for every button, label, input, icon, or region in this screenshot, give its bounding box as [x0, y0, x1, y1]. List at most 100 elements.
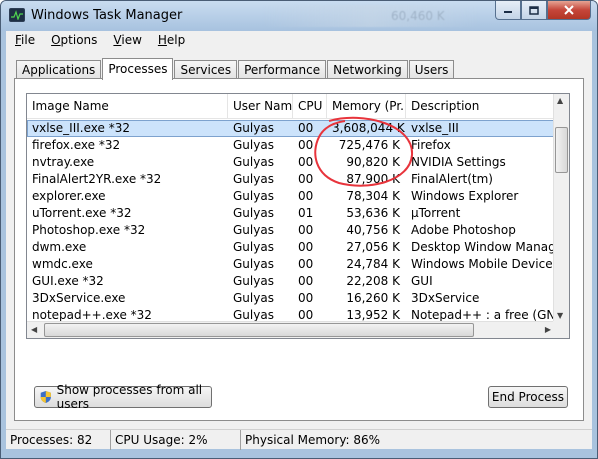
close-icon [564, 5, 574, 15]
menu-file[interactable]: File [6, 31, 42, 51]
table-row[interactable]: FinalAlert2YR.exe *32 Gulyas 00 87,900 K Fin… [27, 171, 555, 188]
show-all-users-button[interactable]: Show processes from all users [34, 383, 212, 411]
cell-cpu: 00 [298, 223, 314, 237]
uac-shield-icon [40, 391, 51, 403]
column-header-description[interactable]: Description [406, 94, 555, 119]
tab-networking[interactable]: Networking [327, 60, 408, 79]
column-header-user-name[interactable]: User Name [228, 94, 293, 119]
table-row[interactable]: GUI.exe *32 Gulyas 00 22,208 K GUI [27, 273, 555, 290]
cell-image-name: uTorrent.exe *32 [32, 206, 132, 220]
cell-image-name: wmdc.exe [32, 257, 93, 271]
cell-cpu: 00 [298, 172, 314, 186]
title-bar[interactable]: Windows Task Manager 60,460 K [1, 1, 597, 31]
cell-memory: 40,756 K [346, 223, 400, 237]
tab-strip: Applications Processes Services Performa… [16, 57, 455, 80]
cell-user-name: Gulyas [233, 155, 274, 169]
minimize-icon [504, 11, 512, 13]
table-row[interactable]: firefox.exe *32 Gulyas 00 725,476 K Firefox [27, 137, 555, 154]
window-title: Windows Task Manager [31, 8, 183, 23]
cell-user-name: Gulyas [233, 240, 274, 254]
horizontal-scroll-thumb[interactable] [44, 323, 474, 337]
table-row[interactable]: wmdc.exe Gulyas 00 24,784 K Windows Mobile D… [27, 256, 555, 273]
cell-memory: 53,636 K [346, 206, 400, 220]
cell-cpu: 00 [298, 291, 314, 305]
minimize-button[interactable] [495, 1, 521, 20]
column-header-cpu[interactable]: CPU [293, 94, 327, 119]
status-cpu-usage: CPU Usage: 2% [111, 430, 241, 450]
menu-options[interactable]: Options [42, 31, 104, 51]
cell-image-name: vxlse_III.exe *32 [32, 121, 130, 135]
scroll-up-icon[interactable]: ▲ [557, 96, 563, 105]
cell-user-name: Gulyas [233, 121, 274, 135]
cell-cpu: 00 [298, 240, 314, 254]
cell-memory: 3,608,044 K [332, 121, 405, 135]
tab-processes[interactable]: Processes [102, 58, 174, 80]
cell-image-name: firefox.exe *32 [32, 138, 121, 152]
cell-memory: 16,260 K [346, 291, 400, 305]
cell-memory: 22,208 K [346, 274, 400, 288]
cell-description: Firefox [411, 138, 451, 152]
cell-memory: 725,476 K [338, 138, 400, 152]
maximize-button[interactable] [521, 1, 547, 20]
vertical-scroll-thumb[interactable] [555, 127, 568, 173]
cell-description: Windows Mobile Device Cen [411, 257, 555, 271]
task-manager-window: Windows Task Manager 60,460 K File Optio… [0, 0, 598, 459]
cell-user-name: Gulyas [233, 291, 274, 305]
status-bar: Processes: 82 CPU Usage: 2% Physical Mem… [6, 429, 592, 450]
menu-bar: File Options View Help [6, 31, 192, 51]
cell-image-name: dwm.exe [32, 240, 87, 254]
cell-cpu: 00 [298, 257, 314, 271]
cell-user-name: Gulyas [233, 172, 274, 186]
menu-help[interactable]: Help [149, 31, 192, 51]
tab-applications[interactable]: Applications [16, 60, 102, 79]
tab-performance[interactable]: Performance [238, 60, 327, 79]
menu-view[interactable]: View [104, 31, 148, 51]
cell-image-name: 3DxService.exe [32, 291, 126, 305]
cell-description: FinalAlert(tm) [411, 172, 493, 186]
process-list[interactable]: Image Name User Name CPU Memory (Pr... D… [26, 93, 570, 339]
cell-memory: 87,900 K [346, 172, 400, 186]
cell-memory: 78,304 K [346, 189, 400, 203]
table-row[interactable]: uTorrent.exe *32 Gulyas 01 53,636 K µTorrent [27, 205, 555, 222]
cell-user-name: Gulyas [233, 257, 274, 271]
horizontal-scrollbar[interactable]: ◀ ▶ [27, 321, 555, 338]
table-row[interactable]: nvtray.exe Gulyas 00 90,820 K NVIDIA Setting… [27, 154, 555, 171]
cell-image-name: GUI.exe *32 [32, 274, 104, 288]
table-row[interactable]: explorer.exe Gulyas 00 78,304 K Windows Expl… [27, 188, 555, 205]
cell-description: vxlse_III [411, 121, 459, 135]
client-area: File Options View Help Applications Proc… [6, 31, 592, 450]
vertical-scrollbar[interactable]: ▲ ▼ [553, 94, 569, 322]
tab-users[interactable]: Users [408, 60, 455, 79]
cell-memory: 90,820 K [346, 155, 400, 169]
cell-cpu: 01 [298, 206, 314, 220]
column-header-image-name[interactable]: Image Name [27, 94, 228, 119]
tab-services[interactable]: Services [174, 60, 238, 79]
scroll-left-icon[interactable]: ◀ [31, 325, 37, 334]
show-all-users-label: Show processes from all users [56, 383, 203, 411]
background-window-text: 60,460 K [261, 5, 481, 27]
cell-cpu: 00 [298, 155, 314, 169]
cell-description: Adobe Photoshop [411, 223, 516, 237]
cell-cpu: 00 [298, 274, 314, 288]
column-header-memory[interactable]: Memory (Pr... [327, 94, 406, 119]
table-row[interactable]: Photoshop.exe *32 Gulyas 00 40,756 K Adobe P… [27, 222, 555, 239]
cell-user-name: Gulyas [233, 138, 274, 152]
close-button[interactable] [547, 1, 591, 20]
cell-memory: 27,056 K [346, 240, 400, 254]
end-process-button[interactable]: End Process [488, 386, 568, 408]
table-row[interactable]: 3DxService.exe Gulyas 00 16,260 K 3DxService [27, 290, 555, 307]
cell-cpu: 00 [298, 138, 314, 152]
cell-user-name: Gulyas [233, 206, 274, 220]
cell-memory: 24,784 K [346, 257, 400, 271]
table-row[interactable]: vxlse_III.exe *32 Gulyas 00 3,608,044 K vxls… [27, 120, 555, 137]
cell-user-name: Gulyas [233, 223, 274, 237]
scroll-right-icon[interactable]: ▶ [545, 325, 551, 334]
cell-user-name: Gulyas [233, 189, 274, 203]
cell-description: NVIDIA Settings [411, 155, 506, 169]
status-processes: Processes: 82 [6, 430, 111, 450]
scroll-down-icon[interactable]: ▼ [557, 311, 563, 320]
task-manager-icon [9, 8, 25, 22]
table-row[interactable]: dwm.exe Gulyas 00 27,056 K Desktop Window Ma… [27, 239, 555, 256]
cell-description: GUI [411, 274, 433, 288]
cell-image-name: explorer.exe [32, 189, 106, 203]
